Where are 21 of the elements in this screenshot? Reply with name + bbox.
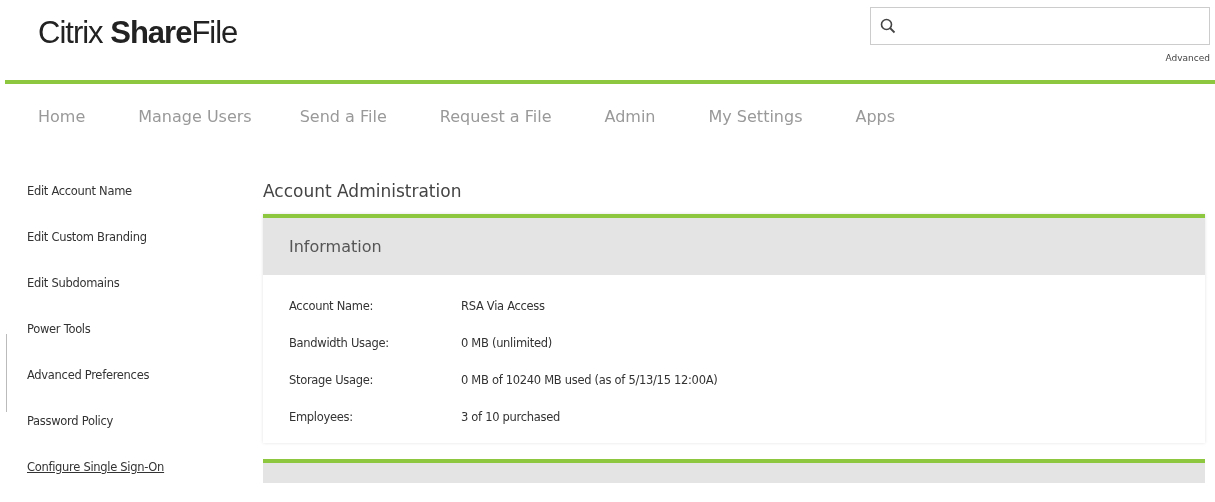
- search-field[interactable]: [870, 7, 1210, 45]
- sidebar-link[interactable]: Power Tools: [27, 322, 263, 368]
- sidebar-link[interactable]: Password Policy: [27, 414, 263, 460]
- page-heading: Account Administration: [263, 181, 463, 201]
- field-value: RSA Via Access: [461, 298, 545, 313]
- sidebar-link[interactable]: Edit Subdomains: [27, 276, 263, 322]
- field-value: 0 MB (unlimited): [461, 335, 552, 350]
- panel-title: Information: [289, 237, 382, 256]
- field-label: Employees:: [289, 409, 354, 424]
- sidebar-link[interactable]: Configure Single Sign-On: [27, 460, 263, 502]
- sidebar-link[interactable]: Advanced Preferences: [27, 368, 263, 414]
- sidebar-link[interactable]: Edit Custom Branding: [27, 230, 263, 276]
- sidebar-link[interactable]: Edit Account Name: [27, 184, 263, 230]
- field-label: Bandwidth Usage:: [289, 335, 390, 350]
- advanced-search-link[interactable]: Advanced: [1165, 53, 1210, 63]
- field-value: 0 MB of 10240 MB used (as of 5/13/15 12:00A): [461, 372, 718, 387]
- logo[interactable]: Citrix ShareFile: [38, 15, 238, 80]
- search-icon: [880, 18, 896, 34]
- field-value: 3 of 10 purchased: [461, 409, 560, 424]
- field-label: Storage Usage:: [289, 372, 375, 387]
- field-label: Account Name:: [289, 298, 374, 313]
